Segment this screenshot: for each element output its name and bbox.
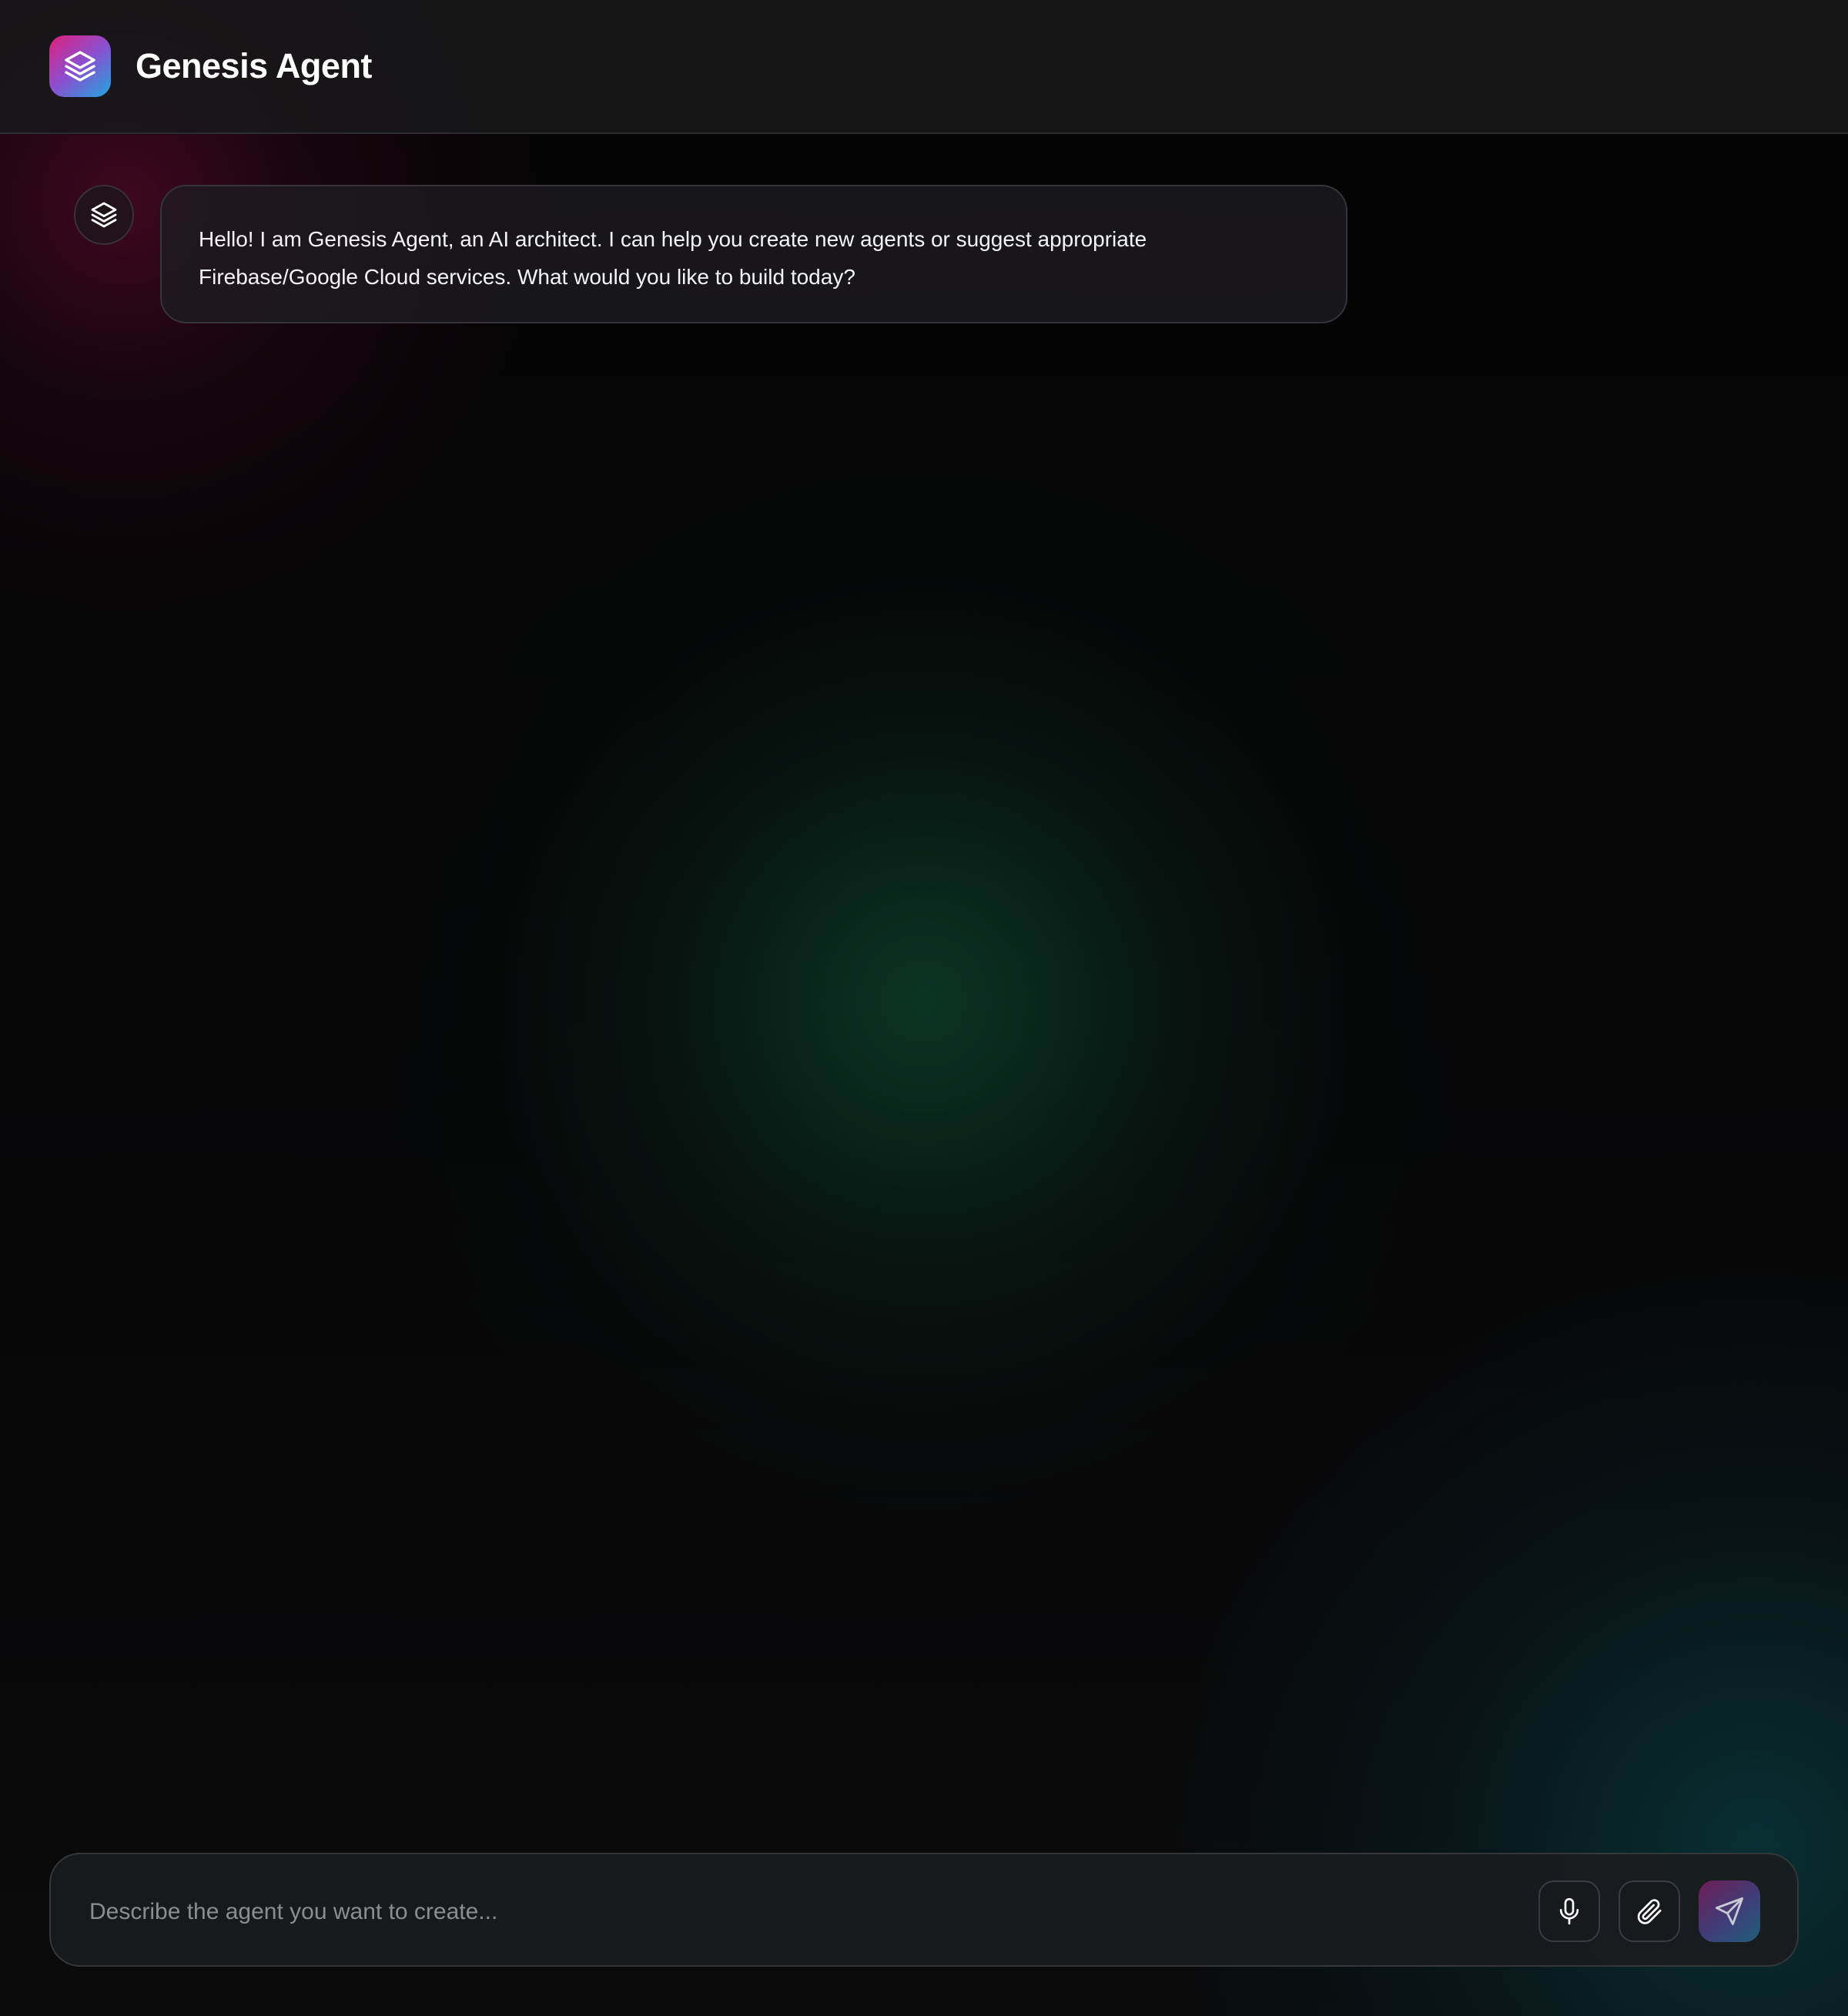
layers-icon (91, 202, 117, 228)
paperclip-icon (1637, 1899, 1662, 1924)
message-composer (49, 1853, 1799, 1967)
layers-icon (49, 35, 111, 97)
microphone-icon (1559, 1897, 1579, 1925)
app-root: Genesis Agent Hello! I am Genesis Agent,… (0, 0, 1848, 2016)
agent-avatar (74, 185, 134, 245)
agent-description-input[interactable] (88, 1888, 1523, 1936)
send-icon (1715, 1897, 1744, 1926)
app-title: Genesis Agent (136, 46, 372, 85)
agent-message-bubble: Hello! I am Genesis Agent, an AI archite… (160, 185, 1348, 323)
attach-button[interactable] (1619, 1880, 1680, 1942)
microphone-button[interactable] (1538, 1880, 1600, 1942)
app-header: Genesis Agent (0, 0, 1848, 134)
agent-message-text: Hello! I am Genesis Agent, an AI archite… (199, 227, 1147, 289)
send-button[interactable] (1699, 1880, 1760, 1942)
